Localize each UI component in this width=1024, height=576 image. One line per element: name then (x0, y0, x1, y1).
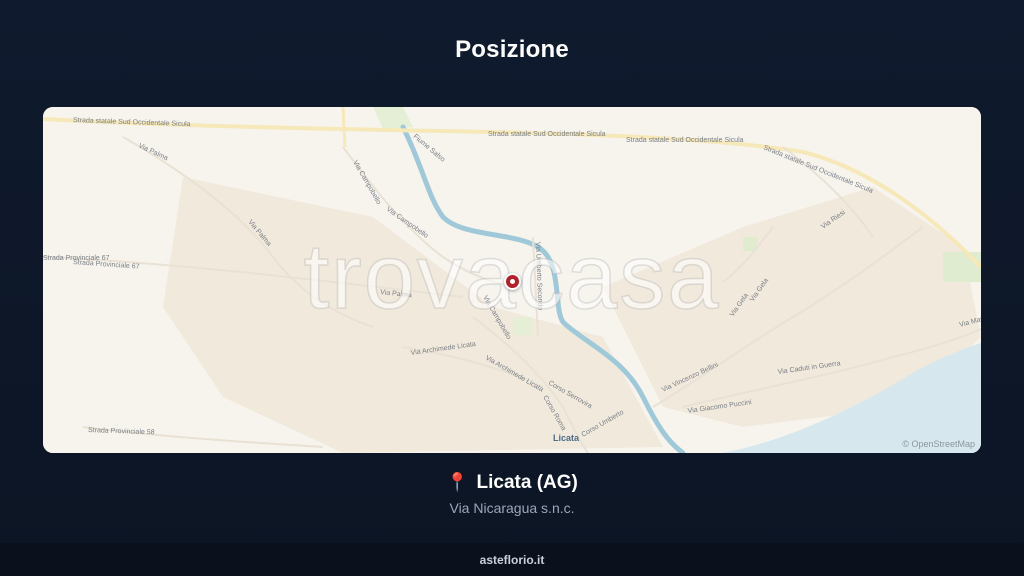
map-attribution[interactable]: © OpenStreetMap (902, 439, 975, 449)
road-label: Strada statale Sud Occidentale Sicula (488, 131, 606, 138)
city-label: Licata (553, 433, 580, 443)
footer: asteflorio.it (0, 543, 1024, 576)
footer-site[interactable]: asteflorio.it (480, 553, 545, 567)
green-patch (943, 252, 981, 282)
road-label: Strada statale Sud Occidentale Sicula (626, 137, 744, 144)
location-pin-icon: 📍 (446, 472, 469, 492)
location-address: Via Nicaragua s.n.c. (449, 500, 575, 516)
location-heading: 📍 Licata (AG) (0, 472, 1024, 494)
page-title: Posizione (455, 36, 569, 63)
map-marker-icon[interactable] (504, 273, 521, 290)
map-view[interactable]: Strada statale Sud Occidentale Sicula St… (43, 107, 981, 453)
road-connector (341, 107, 347, 148)
green-patch (513, 317, 531, 335)
location-city: Licata (AG) (476, 472, 578, 493)
